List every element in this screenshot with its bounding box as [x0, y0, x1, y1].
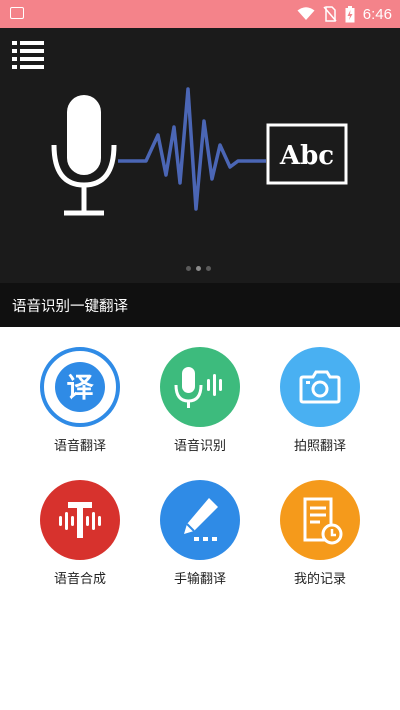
carousel-dot [206, 266, 211, 271]
carousel-dot [186, 266, 191, 271]
status-bar: 6:46 [0, 0, 400, 28]
clock: 6:46 [362, 5, 392, 23]
speech-recognition-button[interactable]: 语音识别 [140, 327, 260, 454]
sound-wave-graphic [118, 87, 266, 211]
microphone-graphic-icon [51, 95, 117, 216]
microphone-waveform-icon [160, 347, 240, 427]
translate-icon: 译 [40, 347, 120, 427]
list-menu-icon[interactable] [12, 40, 44, 70]
manual-input-translate-label: 手输翻译 [173, 572, 226, 587]
carousel-dot-active [196, 266, 201, 271]
speech-synthesis-button[interactable]: 语音合成 [20, 460, 140, 587]
manual-input-translate-button[interactable]: 手输翻译 [140, 460, 260, 587]
image-icon [10, 7, 24, 19]
voice-translate-label: 语音翻译 [53, 439, 106, 454]
abc-text-graphic: Abc [279, 141, 334, 171]
voice-translate-button[interactable]: 译 语音翻译 [20, 327, 140, 454]
banner-carousel[interactable]: Abc 语音识别一键翻译 [0, 28, 400, 327]
my-records-label: 我的记录 [293, 572, 346, 587]
banner-caption-bar: 语音识别一键翻译 [0, 283, 400, 327]
banner-caption: 语音识别一键翻译 [12, 299, 128, 315]
photo-translate-button[interactable]: 拍照翻译 [260, 327, 380, 454]
svg-text:译: 译 [67, 373, 95, 404]
camera-icon [280, 347, 360, 427]
pen-input-icon [160, 480, 240, 560]
battery-charging-icon [345, 5, 355, 22]
carousel-indicator [186, 266, 211, 271]
photo-translate-label: 拍照翻译 [293, 439, 346, 454]
history-record-icon [280, 480, 360, 560]
speech-recognition-label: 语音识别 [173, 439, 226, 454]
no-sim-icon [323, 6, 337, 22]
my-records-button[interactable]: 我的记录 [260, 460, 380, 587]
speech-synthesis-label: 语音合成 [53, 572, 106, 587]
wifi-icon [297, 7, 315, 20]
text-to-speech-icon [40, 480, 120, 560]
speech-to-text-illustration: Abc [51, 87, 348, 216]
